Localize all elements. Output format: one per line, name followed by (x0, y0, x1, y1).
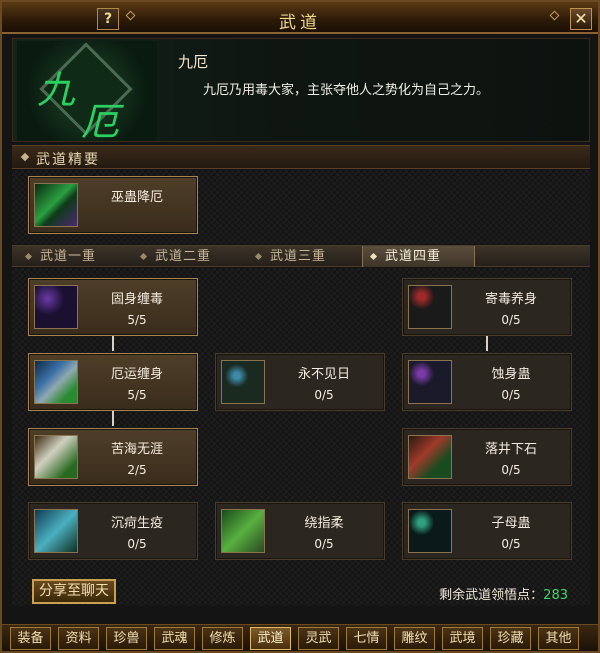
skill-level: 5/5 (127, 388, 147, 402)
essence-area: 巫蛊降厄 (12, 170, 590, 244)
tab-tier-2[interactable]: 武道二重 (133, 246, 246, 267)
skill-name: 沉疴生疫 (110, 516, 163, 531)
skill-name: 巫蛊降厄 (110, 190, 163, 205)
skill-card[interactable]: 绕指柔 0/5 (215, 502, 385, 560)
school-name: 九厄 (178, 53, 209, 71)
skill-name: 子母蛊 (491, 516, 531, 531)
tree-connector (112, 335, 114, 351)
tab-label: 武道三重 (270, 249, 327, 264)
bottom-tab-spirit-weapon[interactable]: 灵武 (298, 627, 339, 650)
window-title: 武道 (279, 13, 321, 33)
tier-tabs: 武道一重 武道二重 武道三重 武道四重 (12, 245, 590, 267)
bottom-tab-soul[interactable]: 武魂 (154, 627, 195, 650)
skill-name: 苦海无涯 (110, 442, 163, 457)
ice-shard-icon (34, 509, 78, 553)
skill-card[interactable]: 子母蛊 0/5 (402, 502, 572, 560)
bottom-tab-collection[interactable]: 珍藏 (490, 627, 531, 650)
skill-card[interactable]: 厄运缠身 5/5 (28, 353, 198, 411)
skill-card[interactable]: 固身缠毒 5/5 (28, 278, 198, 336)
section-header: 武道精要 (12, 145, 590, 169)
title-bar[interactable]: ? 武道 ✕ (2, 2, 598, 34)
emblem-char-1: 九 (37, 68, 76, 112)
fist-strike-icon (34, 435, 78, 479)
snake-coil-icon (34, 285, 78, 329)
tab-label: 武道一重 (40, 249, 97, 264)
skill-card[interactable]: 沉疴生疫 0/5 (28, 502, 198, 560)
skill-name: 蚀身蛊 (491, 367, 531, 382)
tree-connector (486, 335, 488, 351)
tab-bullet-icon (139, 252, 148, 261)
school-description: 九厄乃用毒大家，主张夺他人之势化为自己之力。 (203, 83, 490, 98)
bottom-tab-emotions[interactable]: 七情 (346, 627, 387, 650)
skill-card[interactable]: 蚀身蛊 0/5 (402, 353, 572, 411)
skill-card[interactable]: 苦海无涯 2/5 (28, 428, 198, 486)
skill-level: 0/5 (501, 388, 521, 402)
skill-card[interactable]: 永不见日 0/5 (215, 353, 385, 411)
skill-level: 0/5 (127, 537, 147, 551)
skill-card[interactable]: 寄毒养身 0/5 (402, 278, 572, 336)
bottom-tab-profile[interactable]: 资料 (58, 627, 99, 650)
points-value: 283 (543, 588, 568, 603)
skill-card[interactable]: 落井下石 0/5 (402, 428, 572, 486)
tab-label: 武道四重 (385, 249, 442, 264)
skill-name: 固身缠毒 (110, 292, 163, 307)
fist-orb-icon (221, 360, 265, 404)
skill-card-essence[interactable]: 巫蛊降厄 (28, 176, 198, 234)
red-snake-icon (408, 285, 452, 329)
figure-icon (408, 435, 452, 479)
green-slash-icon (221, 509, 265, 553)
bottom-tab-pets[interactable]: 珍兽 (106, 627, 147, 650)
school-emblem: 九 厄 (17, 41, 157, 144)
skill-level: 5/5 (127, 313, 147, 327)
bottom-tab-cultivation[interactable]: 修炼 (202, 627, 243, 650)
skill-name: 永不见日 (297, 367, 350, 382)
skill-tree: 固身缠毒 5/5 寄毒养身 0/5 厄运缠身 5/5 永不见日 0/5 蚀身蛊 … (12, 268, 590, 605)
skill-level: 0/5 (501, 313, 521, 327)
skill-level: 2/5 (127, 463, 147, 477)
skill-name: 落井下石 (484, 442, 537, 457)
share-to-chat-button[interactable]: 分享至聊天 (32, 579, 116, 604)
bottom-tab-other[interactable]: 其他 (538, 627, 579, 650)
skill-level: 0/5 (314, 537, 334, 551)
skill-name: 厄运缠身 (110, 367, 163, 382)
tab-tier-1[interactable]: 武道一重 (18, 246, 131, 267)
bottom-tab-engraving[interactable]: 雕纹 (394, 627, 435, 650)
bracer-icon (408, 360, 452, 404)
tab-bullet-icon (254, 252, 263, 261)
twin-insect-icon (408, 509, 452, 553)
bottom-tab-wudao[interactable]: 武道 (250, 627, 291, 650)
gauntlet-icon (34, 360, 78, 404)
section-bullet-icon (20, 152, 30, 162)
tab-bullet-icon (369, 252, 378, 261)
tab-tier-4[interactable]: 武道四重 (362, 246, 475, 267)
remaining-points: 剩余武道领悟点：283 (439, 584, 568, 603)
skill-level: 0/5 (314, 388, 334, 402)
bottom-tab-equipment[interactable]: 装备 (10, 627, 51, 650)
skill-name: 寄毒养身 (484, 292, 537, 307)
wudao-window: ? 武道 ✕ 九 厄 九厄 九厄乃用毒大家，主张夺他人之势化为自己之力。 武道精… (0, 0, 600, 653)
character-tabs: 装备 资料 珍兽 武魂 修炼 武道 灵武 七情 雕纹 武境 珍藏 其他 (2, 624, 598, 651)
skill-level: 0/5 (501, 537, 521, 551)
school-header: 九 厄 九厄 九厄乃用毒大家，主张夺他人之势化为自己之力。 (12, 38, 590, 144)
tree-connector (112, 410, 114, 426)
poison-snake-icon (34, 183, 78, 227)
skill-name: 绕指柔 (304, 516, 344, 531)
bottom-tab-realm[interactable]: 武境 (442, 627, 483, 650)
emblem-char-2: 厄 (81, 100, 120, 144)
tab-label: 武道二重 (155, 249, 212, 264)
tab-tier-3[interactable]: 武道三重 (248, 246, 361, 267)
tab-bullet-icon (24, 252, 33, 261)
points-label: 剩余武道领悟点： (439, 588, 544, 603)
section-title: 武道精要 (36, 152, 100, 168)
close-button[interactable]: ✕ (570, 8, 592, 30)
skill-level: 0/5 (501, 463, 521, 477)
